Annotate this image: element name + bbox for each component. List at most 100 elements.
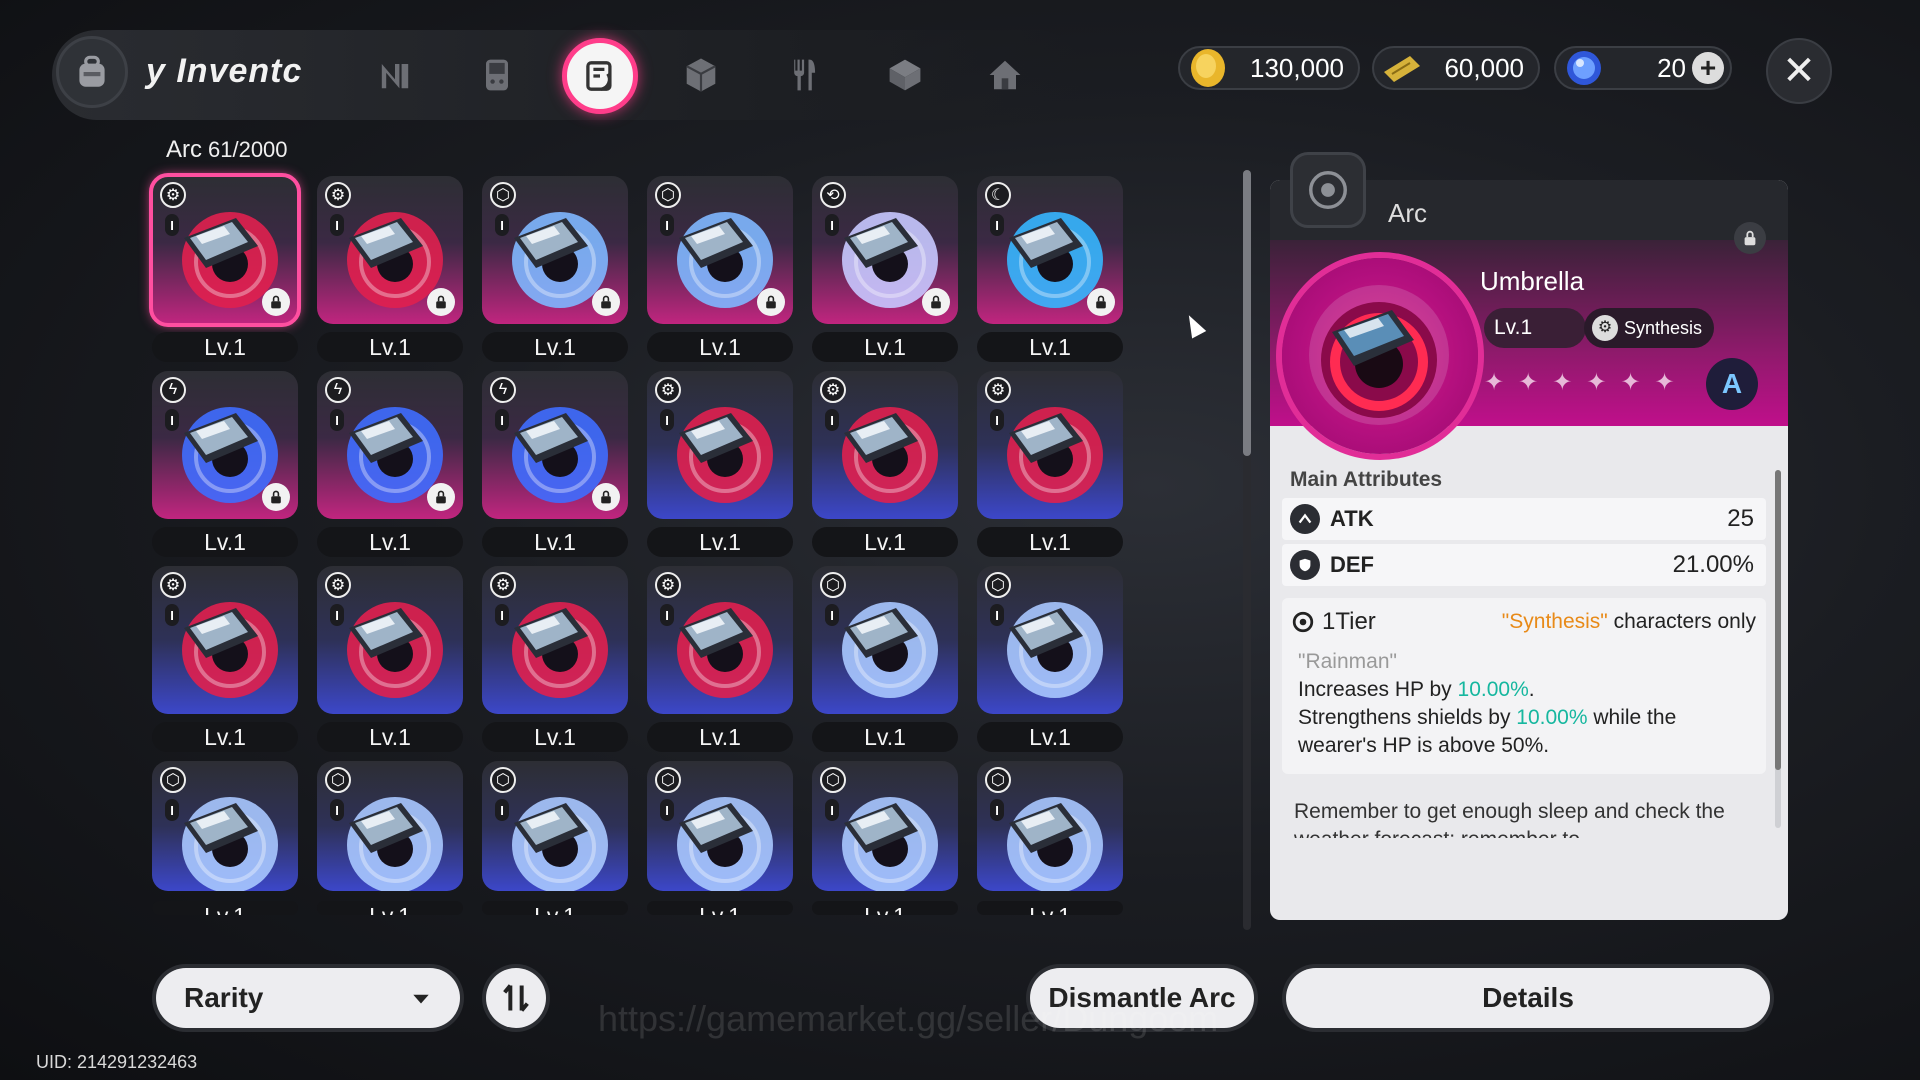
currency-gem: 20 + — [1554, 46, 1732, 90]
nav-cutlery-icon[interactable] — [770, 42, 836, 108]
set-effect-value: 10.00% — [1457, 678, 1529, 701]
tier-badge: I — [825, 214, 839, 236]
arc-item-slot[interactable]: ⬡ I — [977, 761, 1123, 891]
detail-scrollbar[interactable] — [1775, 470, 1781, 828]
arc-disc-image — [182, 797, 278, 891]
arc-level-label: Lv.1 — [152, 527, 298, 557]
sort-order-button[interactable] — [486, 968, 546, 1028]
arc-item-slot[interactable]: ⚙ I — [977, 371, 1123, 519]
arc-level-label: Lv.1 — [977, 722, 1123, 752]
set-requirement-name: "Synthesis" — [1501, 610, 1608, 633]
detail-category: Arc — [1388, 198, 1427, 228]
arc-item-slot[interactable]: ϟI — [482, 371, 628, 519]
arc-item-slot[interactable]: ϟI — [317, 371, 463, 519]
stat-value: 21.00% — [1672, 551, 1754, 578]
element-icon: ⚙ — [325, 182, 351, 208]
stat-label: ATK — [1330, 506, 1374, 531]
element-icon: ⚙ — [655, 377, 681, 403]
backpack-icon[interactable] — [56, 36, 128, 108]
tier-badge: I — [660, 409, 674, 431]
arc-disc-image — [347, 797, 443, 891]
main-attributes-heading: Main Attributes — [1290, 468, 1443, 491]
arc-item-slot[interactable]: ⚙ I — [647, 566, 793, 714]
currency-ticket: 60,000 — [1372, 46, 1540, 90]
add-gem-button[interactable]: + — [1692, 52, 1724, 84]
arc-item-slot[interactable]: ⬡ I — [317, 761, 463, 891]
lock-icon — [757, 288, 785, 316]
arc-item-slot[interactable]: ⚙ I — [482, 566, 628, 714]
element-icon: ⬡ — [325, 767, 351, 793]
arc-item-slot[interactable]: ⬡ I — [977, 566, 1123, 714]
nav-arc-card-icon[interactable] — [562, 38, 638, 114]
element-icon: ☾ — [985, 182, 1011, 208]
element-icon: ⬡ — [490, 182, 516, 208]
arc-item-slot[interactable]: ⚙ I — [149, 173, 301, 327]
nav-house-icon[interactable] — [972, 42, 1038, 108]
element-icon: ⚙ — [655, 572, 681, 598]
set-tier-label: 1Tier — [1322, 608, 1376, 635]
arc-item-slot[interactable]: ϟI — [152, 371, 298, 519]
lock-icon — [427, 483, 455, 511]
arc-item-slot[interactable]: ⚙ I — [812, 371, 958, 519]
set-requirement: "Synthesis" characters only — [1502, 610, 1756, 634]
nav-box-icon[interactable] — [872, 42, 938, 108]
set-effect-text: Increases HP by — [1298, 678, 1458, 701]
lock-toggle-button[interactable] — [1734, 222, 1766, 254]
arc-item-slot[interactable]: ⬡ I — [812, 566, 958, 714]
arc-disc-image — [842, 602, 938, 698]
element-icon: ⬡ — [655, 182, 681, 208]
details-button[interactable]: Details — [1286, 968, 1770, 1028]
arc-level-label: Lv.1 — [152, 901, 298, 915]
arc-disc-image — [677, 407, 773, 503]
arc-disc-image — [677, 797, 773, 891]
arc-item-slot[interactable]: ⚙ I — [317, 176, 463, 324]
element-icon: ⚙ — [985, 377, 1011, 403]
arc-level-label: Lv.1 — [647, 722, 793, 752]
ticket-icon — [1384, 56, 1420, 82]
tier-badge: I — [990, 409, 1004, 431]
arc-item-slot[interactable]: ⬡ I — [482, 761, 628, 891]
arc-level-label: Lv.1 — [977, 527, 1123, 557]
arc-item-slot[interactable]: ⚙ I — [152, 566, 298, 714]
arc-item-slot[interactable]: ☾ I — [977, 176, 1123, 324]
arc-disc-image — [347, 602, 443, 698]
arc-item-slot[interactable]: ⟲ I — [812, 176, 958, 324]
arc-item-slot[interactable]: ⚙ I — [647, 371, 793, 519]
arc-item-slot[interactable]: ⬡ I — [647, 176, 793, 324]
watermark: https://gamemarket.gg/seller/Dungoom — [598, 998, 1219, 1039]
tier-badge: I — [495, 604, 509, 626]
detail-arc-image — [1282, 258, 1478, 454]
arc-item-slot[interactable]: ⬡ I — [812, 761, 958, 891]
nav-n-logo-icon[interactable] — [362, 42, 428, 108]
gem-amount: 20 — [1657, 52, 1686, 83]
arc-item-slot[interactable]: ⬡ I — [647, 761, 793, 891]
arc-item-slot[interactable]: ⬡ I — [482, 176, 628, 324]
nav-gamepad-icon[interactable] — [464, 42, 530, 108]
inventory-count-value: 61/2000 — [208, 137, 288, 162]
mouse-cursor — [1181, 311, 1207, 339]
element-icon: ⬡ — [985, 572, 1011, 598]
tier-badge: I — [825, 409, 839, 431]
inventory-category: Arc — [166, 136, 202, 163]
inventory-scrollbar[interactable] — [1243, 170, 1251, 930]
chevron-down-icon — [413, 994, 429, 1004]
arc-attribute: ⚙ Synthesis — [1584, 308, 1714, 348]
set-effect-text: . — [1528, 678, 1535, 701]
arc-attribute-label: Synthesis — [1624, 318, 1703, 338]
sort-dropdown[interactable]: Rarity — [156, 968, 460, 1028]
close-button[interactable]: ✕ — [1766, 38, 1832, 104]
arc-disc-image — [512, 797, 608, 891]
lock-icon — [1087, 288, 1115, 316]
tier-badge: I — [495, 799, 509, 821]
detail-scroll-thumb[interactable] — [1775, 470, 1781, 770]
set-effect-line-3: wearer's HP is above 50%. — [1298, 734, 1550, 757]
nav-cube-icon[interactable] — [668, 42, 734, 108]
element-icon: ⬡ — [655, 767, 681, 793]
eye-icon — [1292, 611, 1314, 633]
arc-level-label: Lv.1 — [482, 901, 628, 915]
arc-item-slot[interactable]: ⬡ I — [152, 761, 298, 891]
arc-disc-image — [677, 602, 773, 698]
arc-level-label: Lv.1 — [812, 722, 958, 752]
arc-item-slot[interactable]: ⚙ I — [317, 566, 463, 714]
inventory-scroll-thumb[interactable] — [1243, 170, 1251, 456]
